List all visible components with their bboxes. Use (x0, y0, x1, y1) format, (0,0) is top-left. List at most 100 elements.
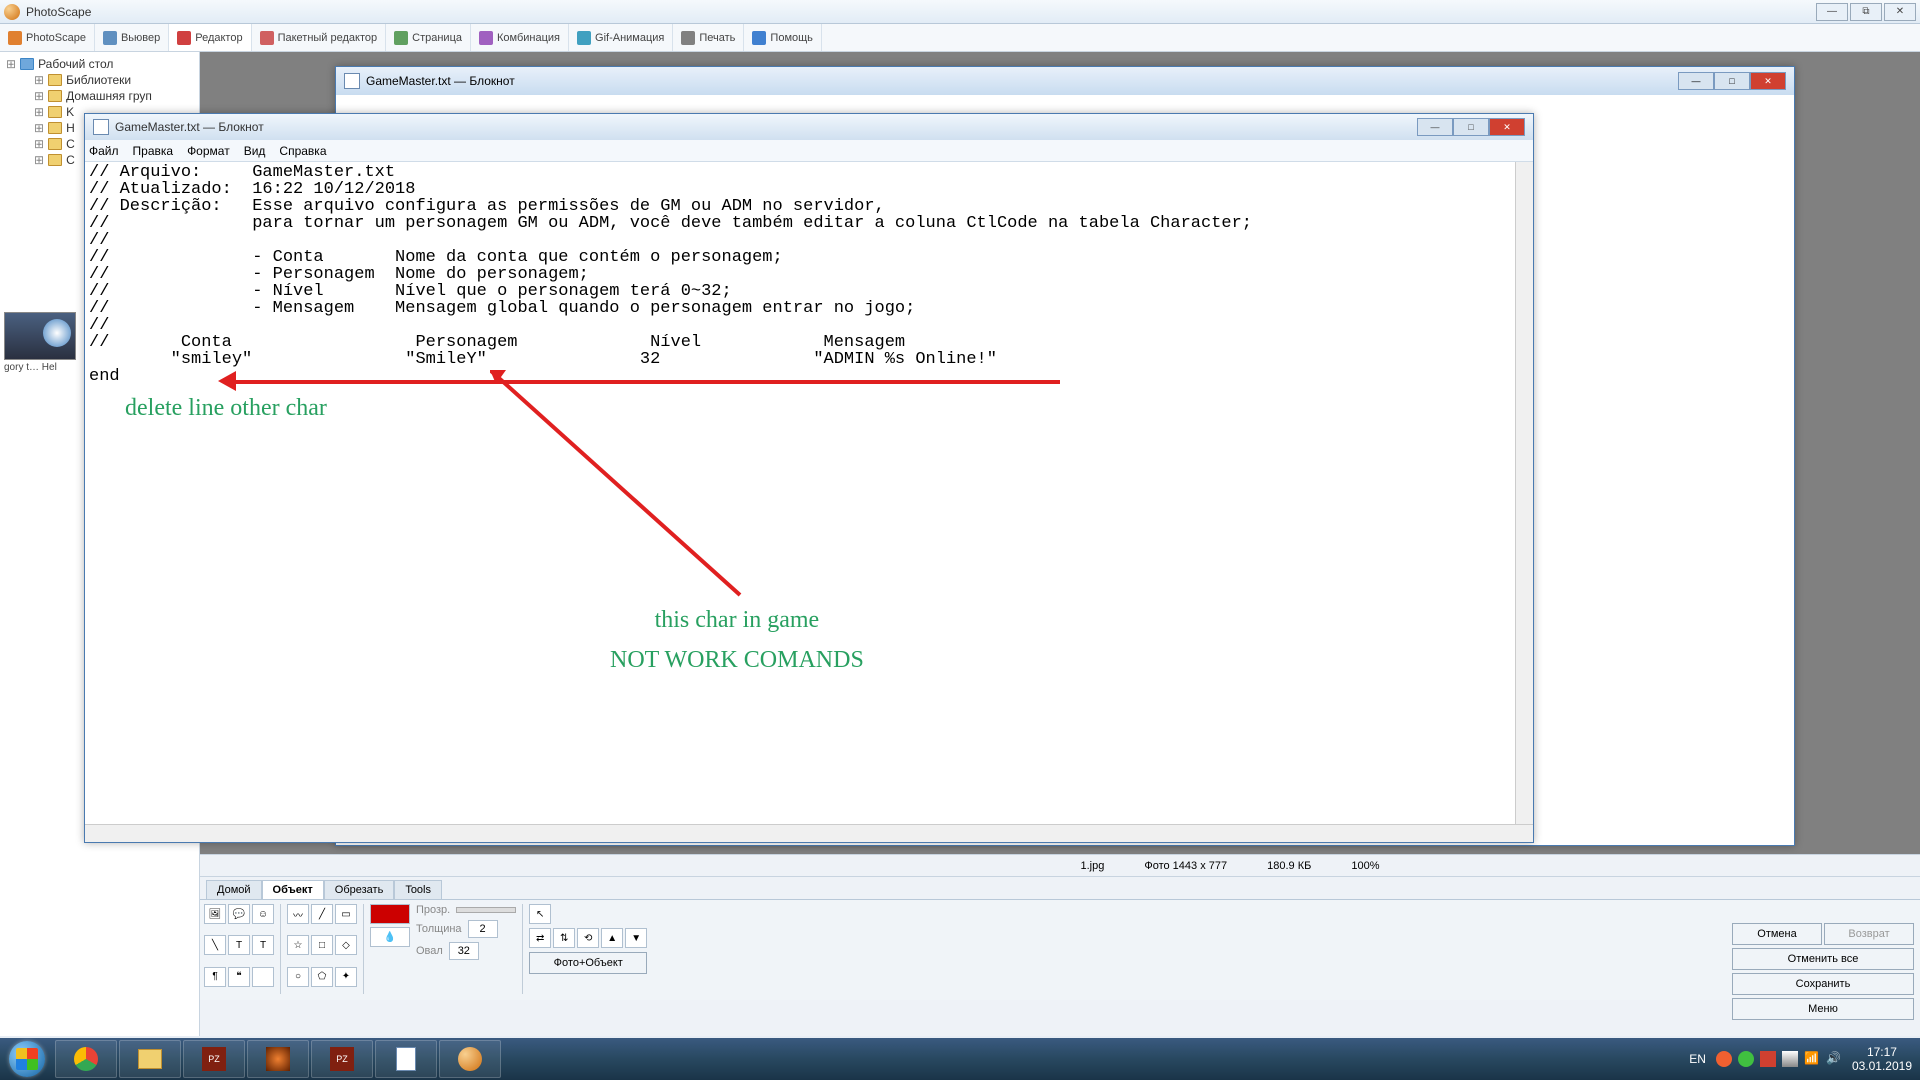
thickness-input[interactable] (468, 920, 498, 938)
rect-tool-icon[interactable]: ▭ (335, 904, 357, 924)
thumbnail-label: gory t… Hel (4, 362, 84, 373)
pentagon-tool-icon[interactable]: ⬠ (311, 967, 333, 987)
photoscape-app-icon (4, 4, 20, 20)
transparency-slider[interactable] (456, 907, 516, 913)
start-button[interactable] (0, 1038, 54, 1080)
flip-v-icon[interactable]: ⇅ (553, 928, 575, 948)
rotate-icon[interactable]: ⟲ (577, 928, 599, 948)
tray-icon-3[interactable] (1760, 1051, 1776, 1067)
tool-icon (681, 31, 695, 45)
tool-icon (394, 31, 408, 45)
tree-item[interactable]: ⊞Рабочий стол (0, 56, 199, 72)
minimize-button[interactable]: — (1417, 118, 1453, 136)
quote-tool-icon[interactable]: ❝ (228, 967, 250, 987)
back-icon[interactable]: ▼ (625, 928, 647, 948)
taskbar-photoscape[interactable] (439, 1040, 501, 1078)
bottom-tabs: ДомойОбъектОбрезатьTools (200, 877, 1920, 900)
tree-item[interactable]: ⊞Библиотеки (0, 72, 199, 88)
star2-tool-icon[interactable]: ✦ (335, 967, 357, 987)
taskbar-notepad[interactable] (375, 1040, 437, 1078)
horizontal-scrollbar[interactable] (85, 824, 1533, 842)
tab-обрезать[interactable]: Обрезать (324, 880, 395, 899)
scribble-tool-icon[interactable]: 〰 (287, 904, 309, 924)
minimize-button[interactable]: — (1816, 3, 1848, 21)
dropper-tool-icon[interactable]: 💧 (370, 927, 410, 947)
para-tool-icon[interactable]: ¶ (204, 967, 226, 987)
front-icon[interactable]: ▲ (601, 928, 623, 948)
tab-объект[interactable]: Объект (262, 880, 324, 899)
close-button[interactable]: ✕ (1489, 118, 1525, 136)
close-button[interactable]: ✕ (1750, 72, 1786, 90)
photo-object-button[interactable]: Фото+Объект (529, 952, 647, 974)
vertical-scrollbar[interactable] (1515, 162, 1533, 824)
menu-файл[interactable]: Файл (89, 144, 119, 158)
redo-button[interactable]: Возврат (1824, 923, 1914, 945)
toolbar-gif-анимация[interactable]: Gif-Анимация (569, 24, 673, 51)
folder-icon (48, 122, 62, 134)
line-tool-icon[interactable]: ╲ (204, 935, 226, 955)
toolbar-страница[interactable]: Страница (386, 24, 471, 51)
tray-clock[interactable]: 17:17 03.01.2019 (1852, 1045, 1912, 1073)
tray-flag-icon[interactable] (1782, 1051, 1798, 1067)
circle-tool-icon[interactable]: ○ (287, 967, 309, 987)
taskbar-app-orange[interactable] (247, 1040, 309, 1078)
text-tool-icon[interactable]: T (228, 935, 250, 955)
tray-time: 17:17 (1852, 1045, 1912, 1059)
toolbar-photoscape[interactable]: PhotoScape (0, 24, 95, 51)
maximize-button[interactable]: □ (1453, 118, 1489, 136)
notepad-icon (396, 1047, 416, 1071)
tab-tools[interactable]: Tools (394, 880, 442, 899)
status-dimensions: Фото 1443 x 777 (1144, 860, 1227, 872)
thumbnail[interactable] (4, 312, 76, 360)
cursor-tool-icon[interactable]: ↖ (529, 904, 551, 924)
symbol-tool-icon[interactable]: ☺ (252, 904, 274, 924)
flip-h-icon[interactable]: ⇄ (529, 928, 551, 948)
hex-tool-icon[interactable]: ◇ (335, 935, 357, 955)
maximize-button[interactable]: □ (1714, 72, 1750, 90)
tab-домой[interactable]: Домой (206, 880, 262, 899)
color-swatch[interactable] (370, 904, 410, 924)
tray-icon-2[interactable] (1738, 1051, 1754, 1067)
toolbar-пакетный редактор[interactable]: Пакетный редактор (252, 24, 387, 51)
maximize-button[interactable]: ⧉ (1850, 3, 1882, 21)
prop-thickness-label: Толщина (416, 923, 462, 935)
notepad-bg-titlebar[interactable]: GameMaster.txt — Блокнот — □ ✕ (336, 67, 1794, 95)
star-tool-icon[interactable]: ☆ (287, 935, 309, 955)
notepad-fg-titlebar[interactable]: GameMaster.txt — Блокнот — □ ✕ (85, 114, 1533, 140)
oval-input[interactable] (449, 942, 479, 960)
toolbar-вьювер[interactable]: Вьювер (95, 24, 169, 51)
taskbar-chrome[interactable] (55, 1040, 117, 1078)
network-icon[interactable]: 📶 (1804, 1051, 1820, 1067)
save-button[interactable]: Сохранить (1732, 973, 1914, 995)
taskbar-explorer[interactable] (119, 1040, 181, 1078)
tray-icons[interactable]: 📶 🔊 (1716, 1051, 1842, 1067)
tray-icon-1[interactable] (1716, 1051, 1732, 1067)
minimize-button[interactable]: — (1678, 72, 1714, 90)
language-indicator[interactable]: EN (1689, 1052, 1706, 1066)
diag-tool-icon[interactable]: ╱ (311, 904, 333, 924)
taskbar-app-pz2[interactable]: PZ (311, 1040, 373, 1078)
toolbar-редактор[interactable]: Редактор (169, 24, 251, 51)
toolbar-печать[interactable]: Печать (673, 24, 744, 51)
tree-item[interactable]: ⊞Домашняя груп (0, 88, 199, 104)
menu-button[interactable]: Меню (1732, 998, 1914, 1020)
volume-icon[interactable]: 🔊 (1826, 1051, 1842, 1067)
prop-oval-label: Овал (416, 945, 443, 957)
taskbar-app-pz1[interactable]: PZ (183, 1040, 245, 1078)
photo-tool-icon[interactable]: 🖼 (204, 904, 226, 924)
undo-button[interactable]: Отмена (1732, 923, 1822, 945)
menu-вид[interactable]: Вид (244, 144, 266, 158)
close-button[interactable]: ✕ (1884, 3, 1916, 21)
menu-справка[interactable]: Справка (279, 144, 326, 158)
text2-tool-icon[interactable]: T (252, 935, 274, 955)
annotation-text-delete: delete line other char (125, 395, 327, 422)
menu-формат[interactable]: Формат (187, 144, 230, 158)
toolbar-помощь[interactable]: Помощь (744, 24, 822, 51)
menu-правка[interactable]: Правка (133, 144, 174, 158)
undo-all-button[interactable]: Отменить все (1732, 948, 1914, 970)
toolbar-комбинация[interactable]: Комбинация (471, 24, 569, 51)
square-tool-icon[interactable]: □ (311, 935, 333, 955)
speech-tool-icon[interactable]: 💬 (228, 904, 250, 924)
notepad-icon (93, 119, 109, 135)
windows-orb-icon (9, 1041, 45, 1077)
